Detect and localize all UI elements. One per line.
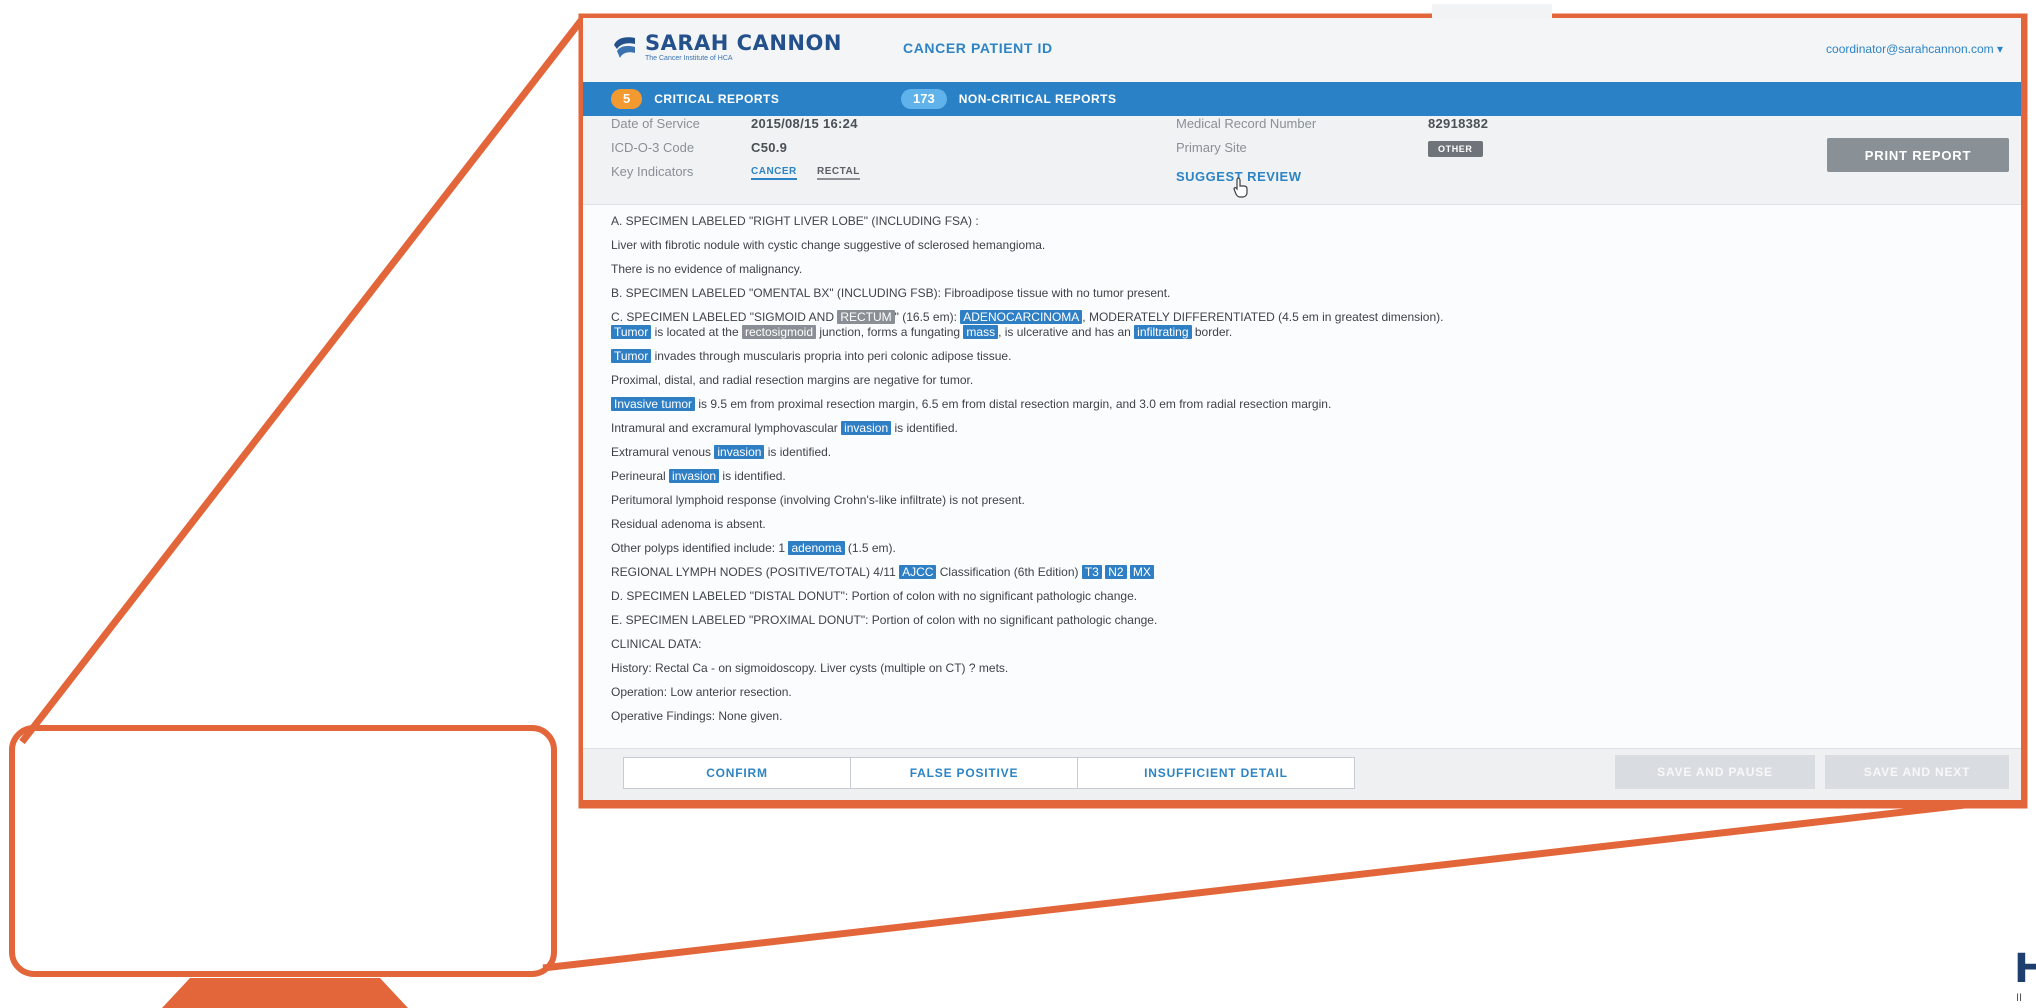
report-line: Other polyps identified include: 1 adeno… — [611, 541, 2001, 556]
report-line: Extramural venous invasion is identified… — [611, 445, 2001, 460]
highlight-term[interactable]: T3 — [1081, 565, 1102, 579]
key-indicator-cancer[interactable]: CANCER — [751, 166, 797, 180]
sarah-cannon-logo-icon — [614, 36, 635, 58]
report-text: junction, forms a fungating — [816, 325, 964, 339]
highlight-term[interactable]: N2 — [1105, 565, 1127, 579]
highlight-term[interactable]: RECTUM — [837, 310, 895, 324]
report-review-screen: SARAH CANNON The Cancer Institute of HCA… — [583, 18, 2021, 800]
report-line: E. SPECIMEN LABELED "PROXIMAL DONUT": Po… — [611, 613, 1158, 627]
app-name: CANCER PATIENT ID — [903, 40, 1053, 56]
brand[interactable]: SARAH CANNON The Cancer Institute of HCA — [611, 32, 842, 63]
pathology-report-text: A. SPECIMEN LABELED "RIGHT LIVER LOBE" (… — [611, 214, 2001, 733]
report-line: Liver with fibrotic nodule with cystic c… — [611, 238, 1046, 252]
key-indicators-label: Key Indicators — [611, 164, 694, 179]
report-line: C. SPECIMEN LABELED "SIGMOID AND RECTUM "… — [611, 310, 2001, 325]
highlight-term[interactable]: ADENOCARCINOMA — [960, 310, 1083, 324]
report-line: Tumor invades through muscularis propria… — [611, 349, 2001, 364]
highlight-term[interactable]: rectosigmoid — [741, 325, 816, 339]
report-line: History: Rectal Ca - on sigmoidoscopy. L… — [611, 661, 1009, 675]
critical-count-badge: 5 — [611, 89, 643, 109]
report-tabs: 5 CRITICAL REPORTS 173 NON-CRITICAL REPO… — [583, 82, 2021, 116]
date-of-service-value: 2015/08/15 16:24 — [751, 116, 858, 131]
highlight-term[interactable]: AJCC — [899, 565, 937, 579]
user-menu[interactable]: coordinator@sarahcannon.com ▾ — [1826, 42, 2003, 56]
report-text: border. — [1191, 325, 1233, 339]
highlight-term[interactable]: Tumor — [611, 325, 652, 339]
non-critical-count-badge: 173 — [901, 89, 947, 109]
confirm-button[interactable]: CONFIRM — [623, 757, 851, 789]
report-line: A. SPECIMEN LABELED "RIGHT LIVER LOBE" (… — [611, 214, 979, 228]
corner-logo: H — [2014, 946, 2036, 992]
report-text: is identified. — [891, 421, 958, 435]
date-of-service-label: Date of Service — [611, 116, 700, 131]
report-line: Perineural invasion is identified. — [611, 469, 2001, 484]
report-text: Other polyps identified include: 1 — [611, 541, 789, 555]
report-text: " (16.5 em): — [894, 310, 961, 324]
mouse-pointer-icon — [1233, 177, 1248, 198]
report-text: , MODERATELY DIFFERENTIATED (4.5 em in g… — [1082, 310, 1444, 324]
report-line: Intramural and excramural lymphovascular… — [611, 421, 2001, 436]
report-line: Peritumoral lymphoid response (involving… — [611, 493, 1025, 507]
brand-subtitle: The Cancer Institute of HCA — [645, 55, 733, 62]
report-line: Invasive tumor is 9.5 em from proximal r… — [611, 397, 2001, 412]
corner-logo-subtitle: II — [2016, 992, 2023, 1004]
report-text: Perineural — [611, 469, 670, 483]
icd-code-label: ICD-O-3 Code — [611, 140, 695, 155]
print-report-button[interactable]: PRINT REPORT — [1827, 138, 2009, 172]
highlight-term[interactable]: Invasive tumor — [611, 397, 696, 411]
report-line: There is no evidence of malignancy. — [611, 262, 803, 276]
save-and-pause-button[interactable]: SAVE AND PAUSE — [1615, 755, 1815, 789]
report-line: CLINICAL DATA: — [611, 637, 702, 651]
highlight-term[interactable]: mass — [963, 325, 999, 339]
report-line: B. SPECIMEN LABELED "OMENTAL BX" (INCLUD… — [611, 286, 1171, 300]
highlight-term[interactable]: invasion — [714, 445, 765, 459]
report-text: is located at the — [651, 325, 742, 339]
tab-critical-label: CRITICAL REPORTS — [654, 92, 780, 106]
report-text: REGIONAL LYMPH NODES (POSITIVE/TOTAL) 4/… — [611, 565, 900, 579]
highlight-term[interactable]: MX — [1129, 565, 1154, 579]
report-text: Classification (6th Edition) — [936, 565, 1082, 579]
report-line: Operative Findings: None given. — [611, 709, 783, 723]
report-text: , is ulcerative and has an — [998, 325, 1135, 339]
report-line: Residual adenoma is absent. — [611, 517, 766, 531]
report-line: Proximal, distal, and radial resection m… — [611, 373, 974, 387]
insufficient-detail-button[interactable]: INSUFFICIENT DETAIL — [1077, 757, 1355, 789]
highlight-term[interactable]: invasion — [841, 421, 892, 435]
highlight-term[interactable]: Tumor — [611, 349, 652, 363]
report-line: Operation: Low anterior resection. — [611, 685, 792, 699]
key-indicator-rectal[interactable]: RECTAL — [817, 166, 860, 180]
false-positive-button[interactable]: FALSE POSITIVE — [850, 757, 1078, 789]
brand-name: SARAH CANNON — [645, 31, 842, 55]
report-text: C. SPECIMEN LABELED "SIGMOID AND — [611, 310, 838, 324]
highlight-term[interactable]: infiltrating — [1134, 325, 1192, 339]
report-line: Tumor is located at the rectosigmoid jun… — [611, 325, 2001, 340]
primary-site-chip: OTHER — [1428, 141, 1483, 157]
report-text: invades through muscularis propria into … — [651, 349, 1012, 363]
report-text: Intramural and excramural lymphovascular — [611, 421, 842, 435]
report-text: (1.5 em). — [844, 541, 896, 555]
report-text: Extramural venous — [611, 445, 715, 459]
highlight-term[interactable]: adenoma — [788, 541, 845, 555]
report-text: is identified. — [719, 469, 786, 483]
report-line: D. SPECIMEN LABELED "DISTAL DONUT": Port… — [611, 589, 1138, 603]
icd-code-value: C50.9 — [751, 140, 788, 155]
report-text: is identified. — [764, 445, 832, 459]
tab-non-critical-label: NON-CRITICAL REPORTS — [958, 92, 1117, 106]
report-line: REGIONAL LYMPH NODES (POSITIVE/TOTAL) 4/… — [611, 565, 2001, 580]
top-bar: SARAH CANNON The Cancer Institute of HCA… — [583, 18, 2021, 83]
brand-text: SARAH CANNON The Cancer Institute of HCA — [645, 32, 842, 63]
save-and-next-button[interactable]: SAVE AND NEXT — [1825, 755, 2009, 789]
action-bar: CONFIRM FALSE POSITIVE INSUFFICIENT DETA… — [583, 748, 2021, 800]
highlight-term[interactable]: invasion — [669, 469, 720, 483]
primary-site-label: Primary Site — [1176, 140, 1247, 155]
report-text: is 9.5 em from proximal resection margin… — [695, 397, 1332, 411]
mrn-label: Medical Record Number — [1176, 116, 1317, 131]
tab-critical-reports[interactable]: 5 CRITICAL REPORTS — [611, 82, 779, 116]
tab-non-critical-reports[interactable]: 173 NON-CRITICAL REPORTS — [901, 82, 1116, 116]
mrn-value: 82918382 — [1428, 116, 1489, 131]
report-metadata: Date of Service 2015/08/15 16:24 ICD-O-3… — [583, 116, 2021, 205]
